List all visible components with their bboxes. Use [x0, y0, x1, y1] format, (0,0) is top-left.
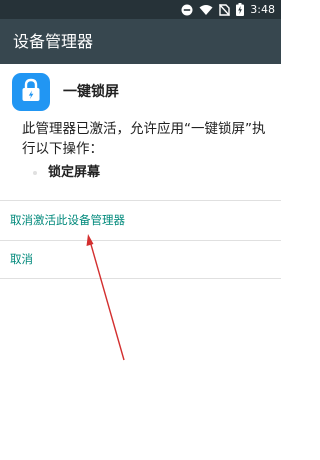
annotation-arrow	[86, 234, 125, 361]
